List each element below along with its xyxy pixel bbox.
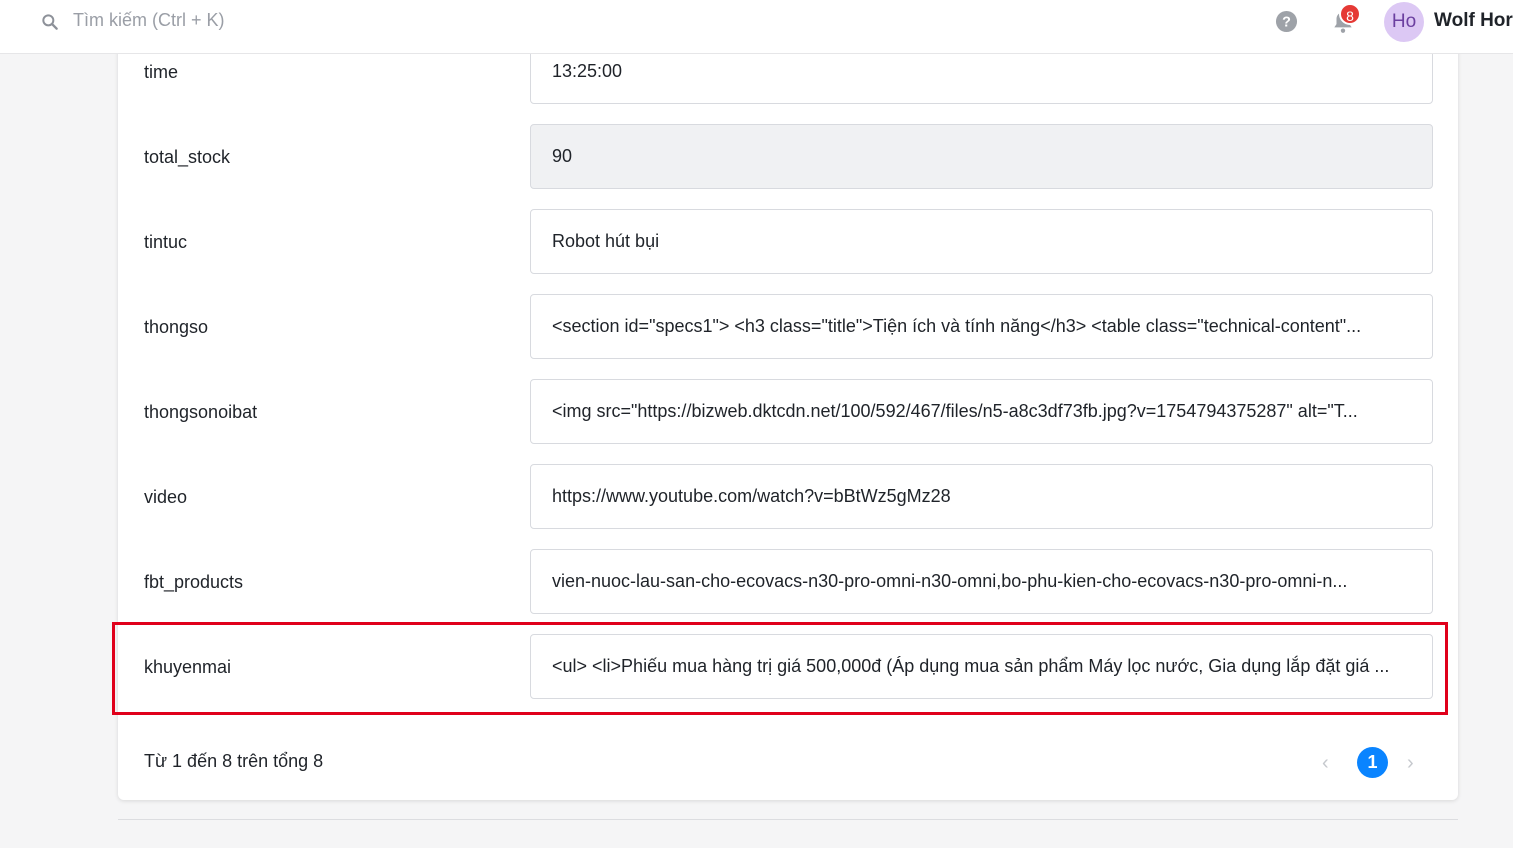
- pagination-prev-button[interactable]: ‹: [1322, 752, 1329, 775]
- field-label: thongsonoibat: [144, 402, 258, 422]
- search-icon[interactable]: [40, 12, 60, 32]
- field-row-thongsonoibat: thongsonoibat <img src="https://bizweb.d…: [118, 370, 1458, 455]
- pagination-summary: Từ 1 đến 8 trên tổng 8: [144, 751, 324, 771]
- notification-badge: 8: [1339, 3, 1361, 25]
- field-label: thongso: [144, 317, 209, 337]
- help-icon[interactable]: ?: [1275, 10, 1298, 33]
- field-row-fbt-products: fbt_products vien-nuoc-lau-san-cho-ecova…: [118, 540, 1458, 625]
- field-value[interactable]: Robot hút bụi: [530, 209, 1433, 274]
- field-value: 90: [530, 124, 1433, 189]
- divider: [118, 819, 1458, 820]
- user-name[interactable]: Wolf Hor: [1434, 10, 1513, 32]
- search-input[interactable]: Tìm kiếm (Ctrl + K): [73, 10, 225, 31]
- field-row-total-stock: total_stock 90: [118, 115, 1458, 200]
- field-label: fbt_products: [144, 572, 244, 592]
- field-label: khuyenmai: [144, 657, 232, 677]
- svg-text:?: ?: [1282, 14, 1291, 30]
- field-row-video: video https://www.youtube.com/watch?v=bB…: [118, 455, 1458, 540]
- field-value[interactable]: https://www.youtube.com/watch?v=bBtWz5gM…: [530, 464, 1433, 529]
- pagination-page-button[interactable]: 1: [1357, 747, 1388, 778]
- field-label: tintuc: [144, 232, 188, 252]
- field-value[interactable]: <section id="specs1"> <h3 class="title">…: [530, 294, 1433, 359]
- field-value[interactable]: <img src="https://bizweb.dktcdn.net/100/…: [530, 379, 1433, 444]
- field-row-khuyenmai: khuyenmai <ul> <li>Phiếu mua hàng trị gi…: [118, 625, 1458, 710]
- field-row-tintuc: tintuc Robot hút bụi: [118, 200, 1458, 285]
- field-label: total_stock: [144, 147, 231, 167]
- field-value[interactable]: vien-nuoc-lau-san-cho-ecovacs-n30-pro-om…: [530, 549, 1433, 614]
- field-row-thongso: thongso <section id="specs1"> <h3 class=…: [118, 285, 1458, 370]
- avatar[interactable]: Ho: [1384, 2, 1424, 42]
- details-card: time 13:25:00 total_stock 90 tintuc Robo…: [118, 30, 1458, 800]
- field-label: video: [144, 487, 188, 507]
- top-header: Tìm kiếm (Ctrl + K) ? 8 Ho Wolf Hor: [0, 0, 1513, 54]
- pagination-next-button[interactable]: ›: [1407, 752, 1414, 775]
- field-value[interactable]: <ul> <li>Phiếu mua hàng trị giá 500,000đ…: [530, 634, 1433, 699]
- field-label: time: [144, 62, 179, 82]
